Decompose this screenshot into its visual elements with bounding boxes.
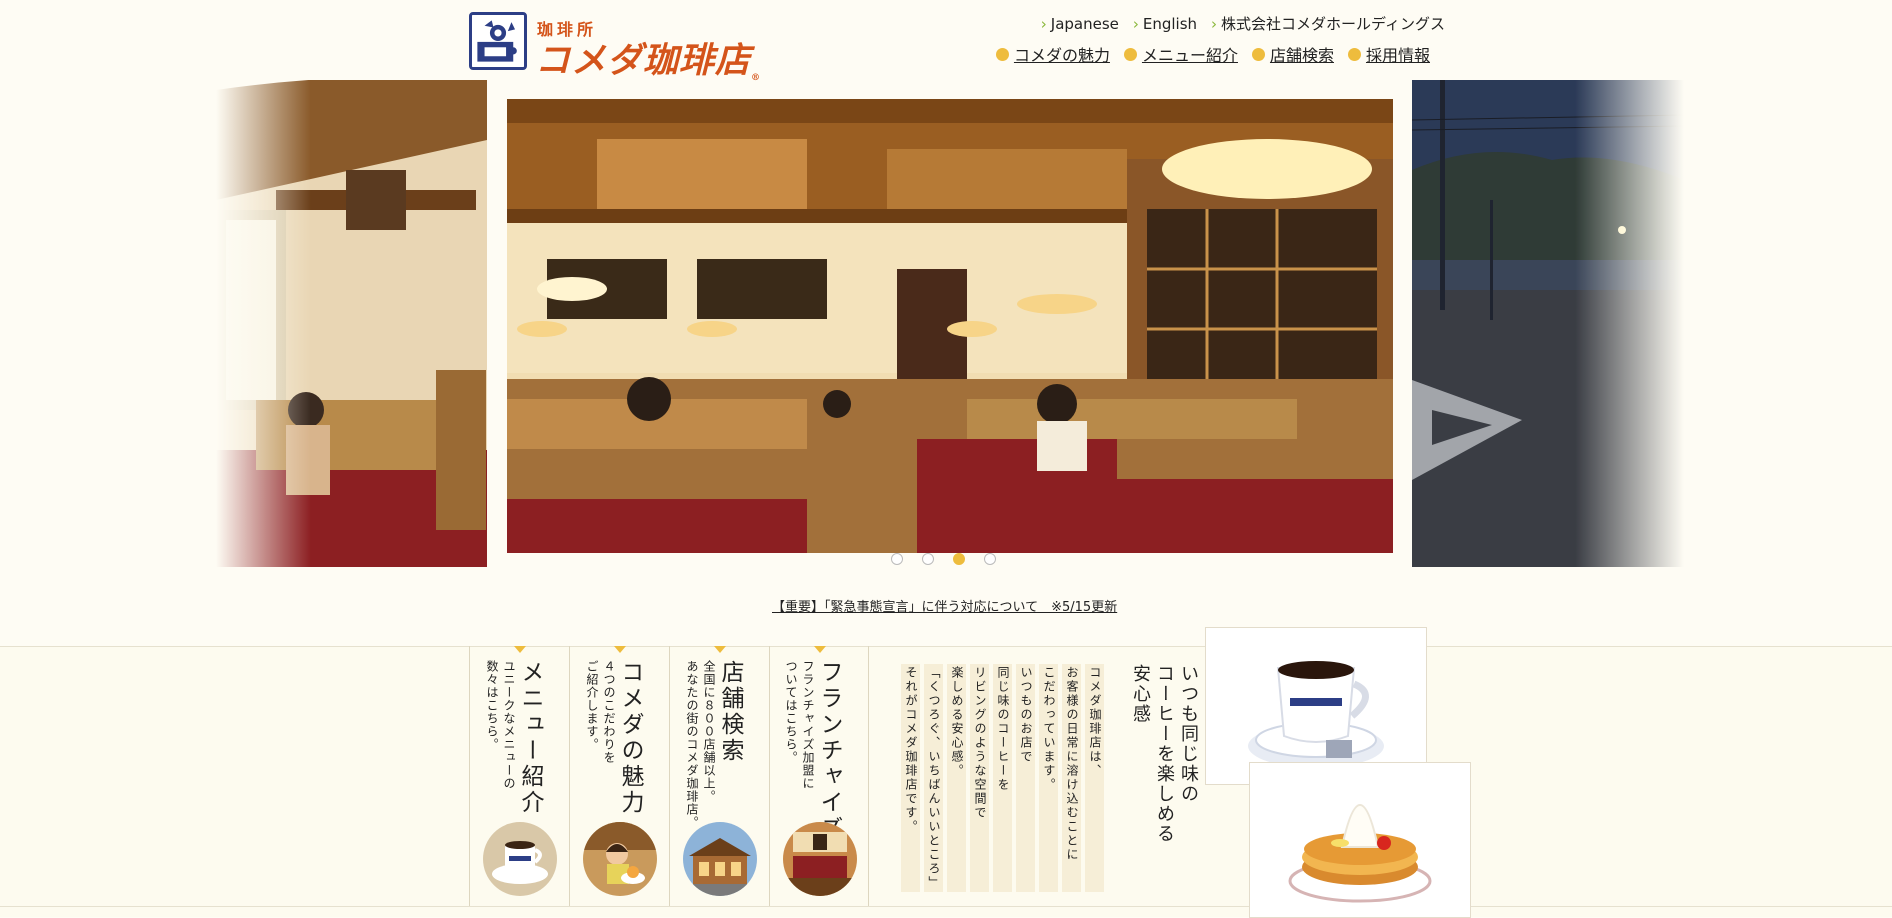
story-line: こだわっています。 xyxy=(1039,664,1058,892)
bullet-dot-icon xyxy=(1251,47,1265,61)
logo-wordmark: コメダ珈琲店® xyxy=(535,40,762,83)
card-charm[interactable]: コメダの魅力 ４つのこだわりを ご紹介します。 xyxy=(569,646,669,906)
important-notice-link[interactable]: 【重要】「緊急事態宣言」に伴う対応について ※5/15更新 xyxy=(772,596,1117,615)
story-body: コメダ珈琲店は、 お客様の日常に溶け込むことに こだわっています。 いつものお店… xyxy=(901,664,1104,892)
child-with-dessert-icon xyxy=(583,822,657,896)
notch-marker-icon xyxy=(814,646,826,653)
chevron-right-icon: › xyxy=(1040,14,1047,33)
story-line: それがコメダ珈琲店です。 xyxy=(901,664,920,892)
carousel-slide-next[interactable] xyxy=(1412,80,1684,567)
link-japanese[interactable]: › Japanese xyxy=(1041,13,1119,34)
chevron-right-icon: › xyxy=(1132,14,1139,33)
feature-cards: メニュー紹介 ユニークなメニューの 数々はこちら。 コメダの魅力 ４つのこだわり… xyxy=(469,646,869,906)
logo-mark-icon xyxy=(469,12,527,70)
carousel-slide-active[interactable] xyxy=(507,99,1393,553)
story-line: コメダ珈琲店は、 xyxy=(1085,664,1104,892)
card-title: コメダの魅力 xyxy=(617,660,643,816)
nav-item-menu[interactable]: メニュー紹介 xyxy=(1123,42,1238,66)
nav-item-charm[interactable]: コメダの魅力 xyxy=(995,42,1110,66)
card-franchise[interactable]: フランチャイズ フランチャイズ加盟に ついてはこちら。 xyxy=(769,646,869,906)
story-line: 「くつろぐ、いちばんいいところ」 xyxy=(924,664,943,892)
notch-marker-icon xyxy=(514,646,526,653)
bullet-dot-icon xyxy=(1347,47,1361,61)
carousel-pagination xyxy=(891,553,996,565)
notch-marker-icon xyxy=(614,646,626,653)
divider xyxy=(0,906,1892,907)
story-line: リビングのような空間で xyxy=(970,664,989,892)
carousel-dot-4[interactable] xyxy=(984,553,996,565)
story-line: お客様の日常に溶け込むことに xyxy=(1062,664,1081,892)
card-menu[interactable]: メニュー紹介 ユニークなメニューの 数々はこちら。 xyxy=(469,646,569,906)
card-title: 店舗検索 xyxy=(717,660,743,764)
brand-story: いつも同じ味の コーヒーを楽しめる 安心感 コメダ珈琲店は、 お客様の日常に溶け… xyxy=(880,664,1200,892)
nav-item-recruit[interactable]: 採用情報 xyxy=(1347,42,1430,66)
komeda-logo[interactable]: 珈琲所 コメダ珈琲店® xyxy=(469,12,760,83)
carousel-dot-3[interactable] xyxy=(953,553,965,565)
story-heading: いつも同じ味の コーヒーを楽しめる 安心感 xyxy=(1130,664,1199,844)
utility-nav: › Japanese › English › 株式会社コメダホールディングス xyxy=(1041,13,1445,34)
carousel-dot-2[interactable] xyxy=(922,553,934,565)
card-title: フランチャイズ xyxy=(816,660,842,842)
carousel-slide-prev[interactable] xyxy=(216,80,487,567)
card-title: メニュー紹介 xyxy=(517,660,543,816)
story-line: 楽しめる安心感。 xyxy=(947,664,966,892)
carousel-dot-1[interactable] xyxy=(891,553,903,565)
chevron-right-icon: › xyxy=(1211,14,1218,33)
booth-seat-icon xyxy=(783,822,857,896)
link-holdings[interactable]: › 株式会社コメダホールディングス xyxy=(1211,13,1445,34)
card-store-search[interactable]: 店舗検索 全国に８００店舗以上。 あなたの街のコメダ珈琲店。 xyxy=(669,646,769,906)
bullet-dot-icon xyxy=(995,47,1009,61)
card-description: 全国に８００店舗以上。 あなたの街のコメダ珈琲店。 xyxy=(685,660,716,829)
story-line: 同じ味のコーヒーを xyxy=(993,664,1012,892)
card-description: フランチャイズ加盟に ついてはこちら。 xyxy=(784,660,815,790)
dessert-photo xyxy=(1249,762,1471,918)
coffee-cup-icon xyxy=(483,822,557,896)
notch-marker-icon xyxy=(714,646,726,653)
main-nav: コメダの魅力 メニュー紹介 店舗検索 採用情報 xyxy=(995,42,1430,66)
story-line: いつものお店で xyxy=(1016,664,1035,892)
link-english[interactable]: › English xyxy=(1133,13,1197,34)
card-description: ユニークなメニューの 数々はこちら。 xyxy=(485,660,516,790)
storefront-icon xyxy=(683,822,757,896)
card-description: ４つのこだわりを ご紹介します。 xyxy=(585,660,616,764)
bullet-dot-icon xyxy=(1123,47,1137,61)
nav-item-store-search[interactable]: 店舗検索 xyxy=(1251,42,1334,66)
